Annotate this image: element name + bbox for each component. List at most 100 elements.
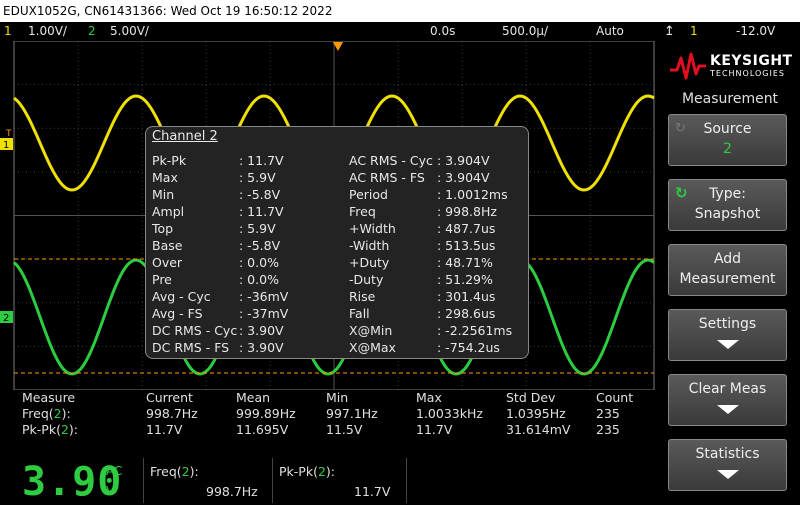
popup-label: Over [152, 255, 183, 270]
edge-trigger-icon: ↥ [664, 24, 675, 39]
popup-label: DC RMS - FS [152, 340, 230, 355]
col-header-measure: Measure [22, 390, 76, 405]
window-title: EDUX1052G, CN61431366: Wed Oct 19 16:50:… [0, 0, 800, 22]
popup-label: Freq [349, 204, 376, 219]
ch1-number[interactable]: 1 [4, 22, 12, 41]
popup-label: Avg - Cyc [152, 289, 211, 304]
big-readout-coupling: AC [106, 464, 123, 478]
statistics-softkey[interactable]: Statistics [668, 439, 787, 491]
keysight-wave-logo [670, 52, 706, 80]
big-readout-unit: V [106, 484, 115, 498]
table-row-label: Freq(2): [22, 406, 71, 421]
ch1-marker-label: 1 [3, 140, 9, 151]
quick-meas-1-end: ): [189, 464, 199, 479]
popup-value: : 5.9V [239, 221, 276, 236]
popup-value: : 998.8Hz [437, 204, 497, 219]
quick-meas-2-name: Pk-Pk( [279, 464, 318, 479]
menu-title: Measurement [681, 91, 779, 107]
trigger-mode[interactable]: Auto [596, 22, 624, 41]
popup-label: Ampl [152, 204, 185, 219]
ch2-scale[interactable]: 5.00V/ [110, 22, 149, 41]
col-header-stddev: Std Dev [506, 390, 556, 405]
softkey-label: Statistics [695, 446, 760, 462]
trigger-level-marker: T [5, 129, 12, 139]
ch1-scale[interactable]: 1.00V/ [28, 22, 67, 41]
clear-meas-softkey[interactable]: Clear Meas [668, 374, 787, 426]
popup-value: : 11.7V [239, 204, 284, 219]
popup-label: Max [152, 170, 178, 185]
popup-value: : -5.8V [239, 238, 281, 253]
divider [143, 458, 144, 503]
col-header-count: Count [596, 390, 634, 405]
add-measurement-softkey[interactable]: Add Measurement [668, 244, 787, 296]
popup-label: Base [152, 238, 183, 253]
softkey-label-line2: Measurement [679, 271, 776, 287]
table-row-label: Pk-Pk(2): [22, 422, 79, 437]
table-cell: 31.614mV [506, 422, 571, 437]
table-cell: 998.7Hz [146, 406, 198, 421]
divider [272, 458, 273, 503]
softkey-label: Add [713, 251, 742, 267]
type-softkey[interactable]: ↻ Type: Snapshot [668, 179, 787, 231]
popup-value: : 301.4us [437, 289, 496, 304]
popup-label: +Duty [349, 255, 390, 270]
popup-label: Fall [349, 306, 370, 321]
row-source: 2 [53, 406, 62, 421]
quick-meas-2-end: ): [325, 464, 335, 479]
settings-softkey[interactable]: Settings [668, 309, 787, 361]
table-cell: 999.89Hz [236, 406, 296, 421]
softkey-label: Settings [698, 316, 757, 332]
popup-value: : 3.90V [239, 340, 284, 355]
horizontal-delay[interactable]: 0.0s [430, 22, 455, 41]
popup-label: DC RMS - Cyc [152, 323, 238, 338]
popup-label: -Duty [349, 272, 384, 287]
divider [406, 458, 407, 503]
logo-text-top: KEYSIGHT [710, 53, 793, 69]
table-cell: 11.7V [416, 422, 453, 437]
popup-value: : 513.5us [437, 238, 496, 253]
quick-meas-2-value: 11.7V [354, 484, 391, 499]
trigger-source[interactable]: 1 [690, 22, 698, 41]
popup-value: : -5.8V [239, 187, 281, 202]
table-cell: 997.1Hz [326, 406, 378, 421]
popup-label: X@Max [349, 340, 396, 355]
measurement-table: Measure Current Mean Min Max Std Dev Cou… [0, 390, 660, 442]
popup-value: : -754.2us [437, 340, 500, 355]
logo-text-bottom: TECHNOLOGIES [710, 69, 785, 78]
popup-label: Pk-Pk [152, 153, 187, 168]
timebase-scale[interactable]: 500.0µ/ [502, 22, 548, 41]
popup-label: Rise [349, 289, 376, 304]
popup-label: Pre [152, 272, 172, 287]
popup-label: Top [152, 221, 174, 236]
popup-title: Channel 2 [152, 129, 218, 144]
table-cell: 235 [596, 406, 620, 421]
quick-meas-2-src: 2 [317, 464, 326, 479]
table-cell: 11.5V [326, 422, 363, 437]
source-softkey[interactable]: ↻ Source 2 [668, 114, 787, 166]
ch2-number[interactable]: 2 [88, 22, 96, 41]
popup-value: : -37mV [239, 306, 289, 321]
ch2-marker-label: 2 [3, 313, 9, 324]
submenu-arrow-icon [716, 470, 739, 479]
softkey-value: Snapshot [694, 206, 761, 222]
trigger-level[interactable]: -12.0V [736, 22, 775, 41]
popup-label: AC RMS - FS [349, 170, 425, 185]
table-cell: 1.0033kHz [416, 406, 483, 421]
popup-value: : 48.71% [437, 255, 493, 270]
row-measure-name: Freq [22, 406, 49, 421]
quick-meas-1-label: Freq(2): [150, 464, 199, 479]
popup-value: : 487.7us [437, 221, 496, 236]
popup-label: Min [152, 187, 175, 202]
quick-meas-2-label: Pk-Pk(2): [279, 464, 335, 479]
softkey-label: Type: [709, 186, 746, 202]
popup-value: : -36mV [239, 289, 289, 304]
popup-label: +Width [349, 221, 396, 236]
popup-value: : 5.9V [239, 170, 276, 185]
submenu-arrow-icon [716, 405, 739, 414]
table-cell: 11.7V [146, 422, 183, 437]
popup-value: : 3.904V [437, 153, 490, 168]
popup-label: X@Min [349, 323, 393, 338]
row-suffix: ): [61, 406, 71, 421]
table-cell: 1.0395Hz [506, 406, 566, 421]
col-header-current: Current [146, 390, 193, 405]
